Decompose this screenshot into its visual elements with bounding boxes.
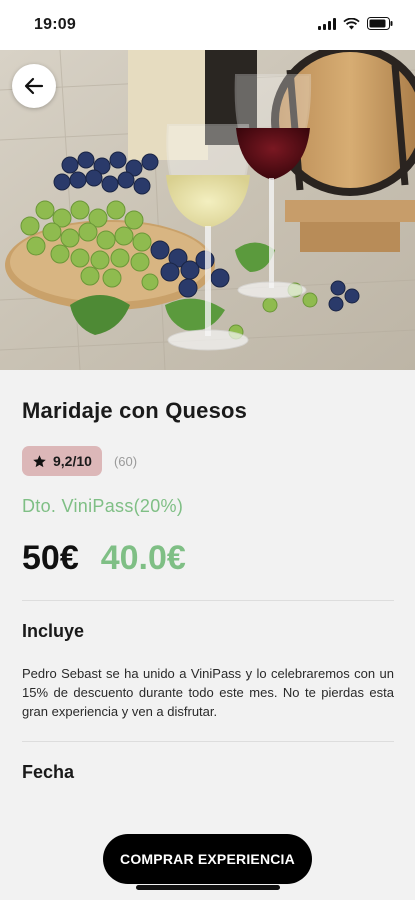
- home-indicator: [136, 885, 280, 890]
- wifi-icon: [343, 17, 360, 29]
- battery-icon: [367, 17, 393, 30]
- back-button[interactable]: [12, 64, 56, 108]
- status-icons: [318, 17, 393, 30]
- includes-title: Incluye: [22, 621, 85, 641]
- rating-badge: 9,2/10: [22, 446, 102, 476]
- arrow-left-icon: [24, 77, 44, 95]
- price-final: 40.0€: [100, 539, 186, 577]
- date-title: Fecha: [22, 762, 75, 782]
- experience-title: Maridaje con Quesos: [22, 398, 248, 423]
- divider: [22, 741, 394, 742]
- status-time: 19:09: [34, 16, 76, 33]
- rating-value: 9,2/10: [53, 453, 92, 469]
- buy-experience-button[interactable]: COMPRAR EXPERIENCIA: [103, 834, 312, 884]
- hero-image: [0, 50, 415, 370]
- star-icon: [33, 454, 46, 467]
- includes-text: Pedro Sebast se ha unido a ViniPass y lo…: [22, 666, 394, 719]
- price-row: 50€ 40.0€: [22, 539, 394, 578]
- rating-count: (60): [113, 453, 138, 469]
- discount-label: Dto. ViniPass(20%): [22, 496, 184, 516]
- experience-details: Maridaje con Quesos 9,2/10 (60) Dto. Vin…: [22, 370, 394, 783]
- rating-row: 9,2/10 (60): [22, 446, 394, 476]
- price-original: 50€: [22, 539, 79, 577]
- divider: [22, 600, 394, 601]
- wine-and-grapes-photo: [0, 50, 415, 370]
- signal-icon: [318, 17, 336, 30]
- status-bar: 19:09: [0, 0, 415, 50]
